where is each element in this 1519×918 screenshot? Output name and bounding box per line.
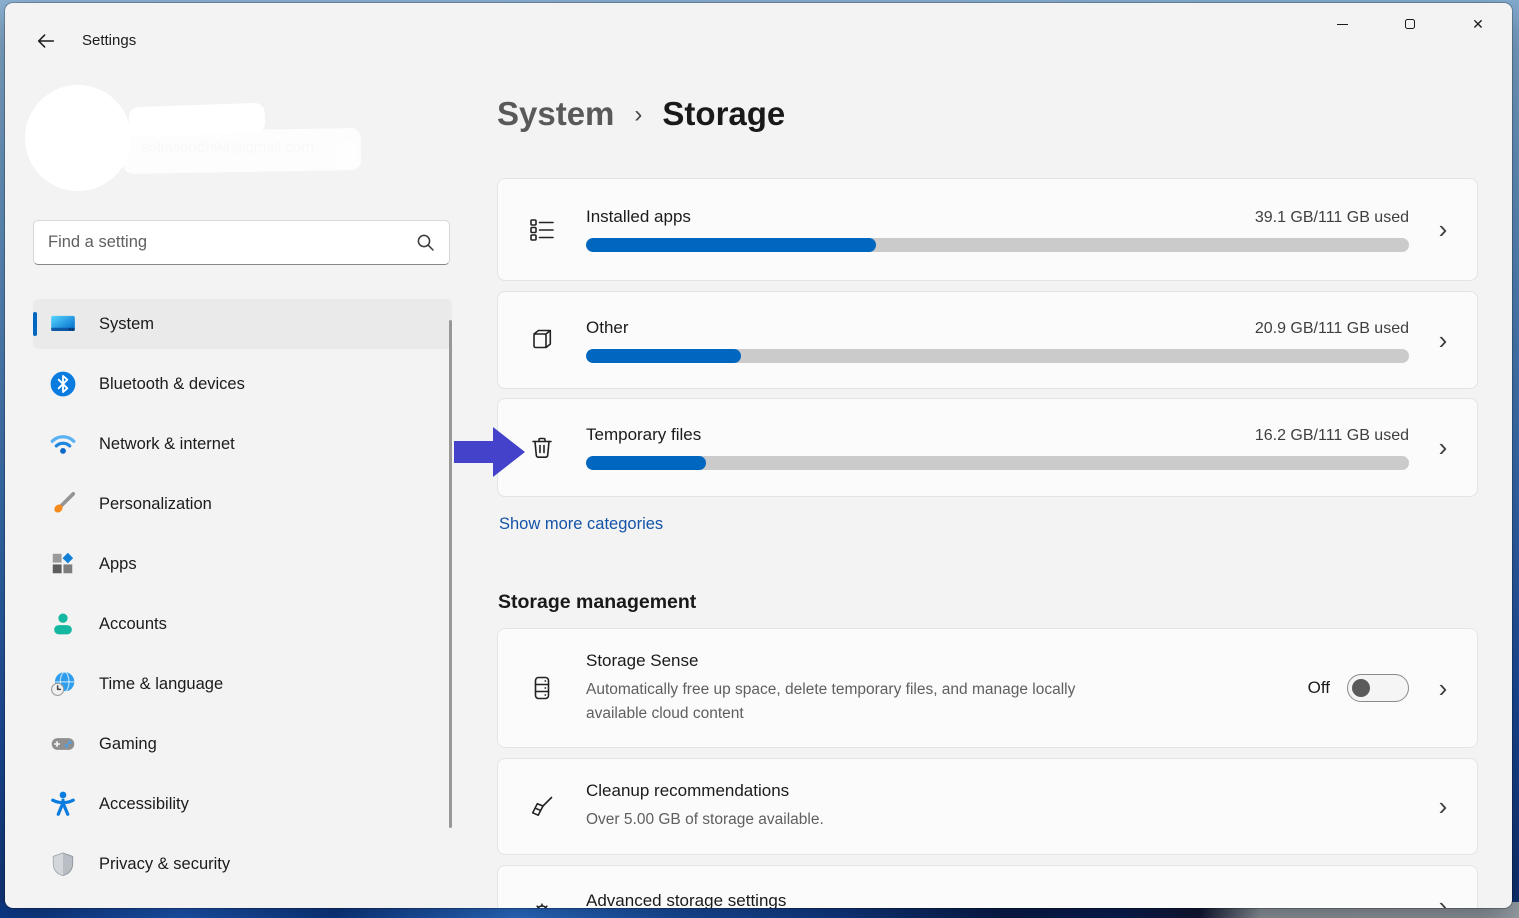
sidebar-item-label: Accounts [99,615,167,634]
toggle-knob [1352,679,1370,697]
back-arrow-icon [35,30,57,52]
installed-apps-icon [528,216,556,244]
broom-icon [528,793,556,821]
trash-icon [528,434,556,462]
sidebar-item-accessibility[interactable]: Accessibility [33,779,452,829]
installed-apps-card[interactable]: Installed apps 39.1 GB/111 GB used › [497,178,1478,281]
sidebar-item-apps[interactable]: Apps [33,539,452,589]
breadcrumb-system[interactable]: System [497,95,614,133]
toggle-state-label: Off [1308,678,1330,698]
other-card[interactable]: Other 20.9 GB/111 GB used › [497,291,1478,389]
maximize-button[interactable] [1376,3,1444,45]
sidebar-item-label: Accessibility [99,795,189,814]
settings-window: Settings ✕ sofia sondh sofiasondh94@gmai… [5,3,1512,908]
usage-bar-fill [586,238,876,252]
sidebar-item-label: Apps [99,555,137,574]
category-usage: 20.9 GB/111 GB used [1255,320,1409,338]
apps-icon [49,550,77,578]
usage-bar-track [586,349,1409,363]
minimize-icon [1337,24,1348,25]
sidebar-item-time-language[interactable]: Time & language [33,659,452,709]
sidebar-item-personalization[interactable]: Personalization [33,479,452,529]
cleanup-title: Cleanup recommendations [586,781,1409,801]
category-title: Other [586,318,629,338]
bluetooth-icon [49,370,77,398]
sidebar-item-gaming[interactable]: Gaming [33,719,452,769]
storage-sense-icon [528,674,556,702]
annotation-arrow-icon [454,426,526,478]
wifi-icon [49,430,77,458]
sidebar-item-bluetooth-devices[interactable]: Bluetooth & devices [33,359,452,409]
temporary-files-card[interactable]: Temporary files 16.2 GB/111 GB used › [497,398,1478,497]
search-input[interactable] [34,221,449,264]
usage-bar-fill [586,349,741,363]
sidebar-item-system[interactable]: System [33,299,452,349]
other-box-icon [528,326,556,354]
cleanup-description: Over 5.00 GB of storage available. [586,808,1126,831]
close-button[interactable]: ✕ [1444,3,1512,45]
storage-sense-title: Storage Sense [586,651,1308,671]
app-title: Settings [82,32,136,49]
advanced-storage-title: Advanced storage settings [586,891,1409,908]
back-button[interactable] [29,25,63,57]
storage-management-heading: Storage management [498,591,696,614]
maximize-icon [1405,19,1415,29]
sidebar-item-accounts[interactable]: Accounts [33,599,452,649]
titlebar: Settings ✕ [5,3,1512,59]
sidebar-item-label: Time & language [99,675,223,694]
chevron-right-icon: › [1409,673,1477,704]
chevron-right-icon: › [1409,791,1477,822]
minimize-button[interactable] [1308,3,1376,45]
show-more-categories-link[interactable]: Show more categories [499,515,663,534]
gamepad-icon [49,730,77,758]
category-usage: 16.2 GB/111 GB used [1255,427,1409,445]
avatar[interactable] [25,85,131,191]
sidebar-scrollbar[interactable] [449,320,452,828]
chevron-right-icon: › [1409,214,1477,245]
search-icon [415,232,437,254]
system-icon [49,310,77,338]
usage-bar-track [586,238,1409,252]
chevron-right-icon: › [1409,325,1477,356]
search-box [33,220,450,265]
category-title: Temporary files [586,425,701,445]
breadcrumb-separator-icon: › [634,101,642,129]
person-icon [49,610,77,638]
storage-gear-icon [528,891,556,908]
brush-icon [49,490,77,518]
usage-bar-track [586,456,1409,470]
chevron-right-icon: › [1409,891,1477,908]
selected-indicator [33,312,37,336]
redaction-blob [335,141,357,167]
sidebar-item-privacy-security[interactable]: Privacy & security [33,839,452,889]
accessibility-person-icon [49,790,77,818]
shield-icon [49,850,77,878]
storage-sense-toggle[interactable] [1347,674,1409,702]
sidebar-item-label: Network & internet [99,435,235,454]
storage-sense-description: Automatically free up space, delete temp… [586,678,1126,725]
sidebar-item-label: Gaming [99,735,157,754]
category-usage: 39.1 GB/111 GB used [1255,209,1409,227]
redaction-blob [123,128,362,174]
category-title: Installed apps [586,207,691,227]
window-controls: ✕ [1308,3,1512,45]
sidebar-item-label: Bluetooth & devices [99,375,245,394]
chevron-right-icon: › [1409,432,1477,463]
sidebar-nav: System Bluetooth & devices Network & int… [33,299,452,899]
sidebar-item-label: Privacy & security [99,855,230,874]
advanced-storage-settings-card[interactable]: Advanced storage settings › [497,865,1478,908]
sidebar-item-label: Personalization [99,495,212,514]
breadcrumb: System › Storage [497,95,785,133]
cleanup-recommendations-card[interactable]: Cleanup recommendations Over 5.00 GB of … [497,758,1478,855]
close-icon: ✕ [1472,17,1484,31]
storage-sense-card[interactable]: Storage Sense Automatically free up spac… [497,628,1478,748]
sidebar-item-label: System [99,315,154,334]
sidebar-item-network-internet[interactable]: Network & internet [33,419,452,469]
usage-bar-fill [586,456,706,470]
page-title: Storage [662,95,785,133]
globe-clock-icon [49,670,77,698]
